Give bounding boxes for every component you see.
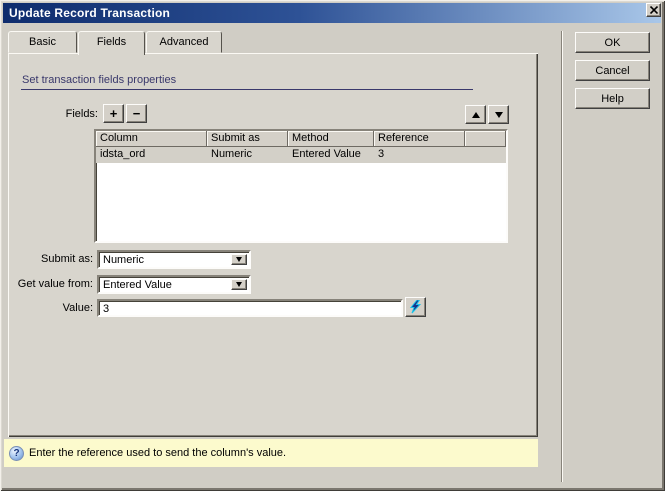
value-input[interactable]	[97, 299, 403, 317]
get-value-from-value: Entered Value	[103, 279, 172, 291]
submit-as-label: Submit as:	[41, 253, 93, 265]
close-icon	[649, 6, 658, 14]
ok-button[interactable]: OK	[575, 32, 650, 53]
header-reference[interactable]: Reference	[374, 131, 465, 147]
submit-as-select[interactable]: Numeric	[97, 250, 251, 269]
up-arrow-icon	[471, 111, 480, 118]
tab-advanced[interactable]: Advanced	[146, 31, 222, 53]
help-button[interactable]: Help	[575, 88, 650, 109]
cancel-button[interactable]: Cancel	[575, 60, 650, 81]
help-icon: ?	[9, 445, 24, 461]
cell-method: Entered Value	[292, 148, 361, 160]
fields-tab-panel: Set transaction fields properties Fields…	[8, 53, 538, 437]
get-value-from-select[interactable]: Entered Value	[97, 275, 251, 294]
tab-fields[interactable]: Fields	[78, 31, 145, 55]
status-message: Enter the reference used to send the col…	[29, 447, 287, 459]
dynamic-data-button[interactable]	[405, 297, 426, 317]
status-bar: ? Enter the reference used to send the c…	[4, 439, 538, 467]
add-field-button[interactable]: +	[103, 104, 124, 123]
title-bar[interactable]: Update Record Transaction	[3, 3, 661, 23]
get-value-from-dropdown-button[interactable]	[231, 279, 247, 290]
cell-filler	[465, 147, 506, 163]
section-header: Set transaction fields properties	[22, 74, 177, 86]
tab-basic[interactable]: Basic	[8, 31, 77, 53]
table-row[interactable]: idsta_ord Numeric Entered Value 3	[96, 147, 506, 163]
submit-as-dropdown-button[interactable]	[231, 254, 247, 265]
fields-list: Column Submit as Method Reference idsta_…	[94, 129, 508, 243]
header-column[interactable]: Column	[96, 131, 207, 147]
down-arrow-icon	[494, 111, 503, 118]
remove-field-button[interactable]: −	[126, 104, 147, 123]
section-divider	[21, 89, 473, 90]
table-header-row: Column Submit as Method Reference	[96, 131, 506, 147]
move-up-button[interactable]	[465, 105, 486, 124]
value-label: Value:	[62, 302, 93, 314]
header-submit-as[interactable]: Submit as	[207, 131, 288, 147]
update-record-transaction-dialog: Update Record Transaction Basic Fields A…	[0, 0, 665, 491]
lightning-icon	[409, 300, 422, 314]
chevron-down-icon	[236, 282, 242, 287]
header-method[interactable]: Method	[288, 131, 374, 147]
chevron-down-icon	[236, 257, 242, 262]
cell-submit-as: Numeric	[211, 148, 252, 160]
get-value-from-label: Get value from:	[17, 278, 93, 290]
cell-column: idsta_ord	[100, 148, 146, 160]
vertical-divider	[561, 31, 562, 482]
cell-reference: 3	[378, 148, 385, 160]
submit-as-value: Numeric	[103, 254, 144, 266]
close-button[interactable]	[646, 3, 661, 17]
fields-label: Fields:	[65, 108, 98, 120]
window-title: Update Record Transaction	[9, 6, 171, 20]
header-filler	[465, 131, 506, 147]
move-down-button[interactable]	[488, 105, 509, 124]
